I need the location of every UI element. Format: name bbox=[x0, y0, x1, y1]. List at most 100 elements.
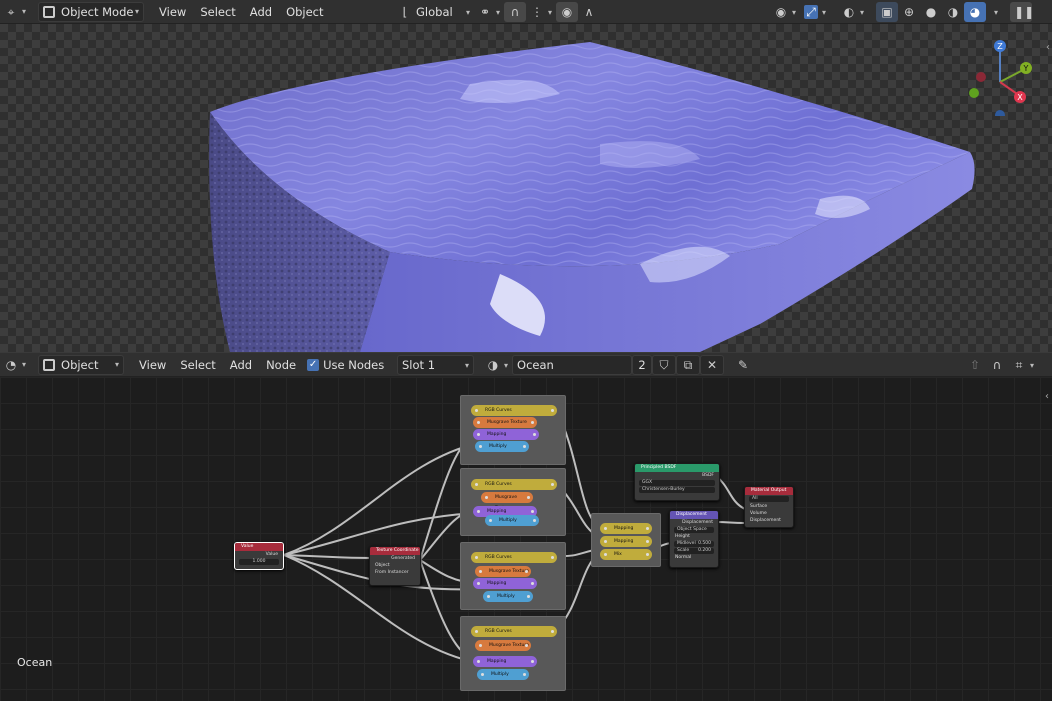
gizmo-neg-x-icon[interactable] bbox=[976, 72, 986, 82]
multiply-node[interactable]: Multiply bbox=[483, 591, 533, 602]
gizmo-neg-y-icon[interactable] bbox=[969, 88, 979, 98]
scale-field[interactable]: Scale 0.200 bbox=[674, 548, 714, 554]
proportional-edit-toggle[interactable]: ◉ bbox=[556, 2, 579, 22]
chevron-down-icon: ▾ bbox=[135, 7, 140, 16]
midlevel-field[interactable]: Midlevel 0.500 bbox=[674, 541, 714, 547]
gizmo-neg-z-icon[interactable] bbox=[995, 110, 1005, 116]
shading-rendered[interactable]: ◕ bbox=[964, 2, 987, 22]
mode-select[interactable]: Object Mode ▾ bbox=[38, 1, 145, 22]
unlink-material-button[interactable]: ✕ bbox=[700, 355, 725, 375]
volume-input-socket[interactable]: Volume bbox=[745, 510, 793, 517]
navigation-gizmo[interactable]: Z Y X bbox=[962, 36, 1038, 116]
gizmo-toggle[interactable]: ⤢ ▾ bbox=[800, 2, 830, 22]
value-node[interactable]: Value Value 1.000 bbox=[234, 542, 284, 570]
shader-node-editor[interactable]: RGB Curves Musgrave Texture Mapping Mult… bbox=[0, 377, 1052, 701]
node-title: Value bbox=[235, 543, 283, 551]
value-output-socket[interactable]: Value bbox=[235, 551, 283, 558]
overlays-toggle[interactable]: ◐ ▾ bbox=[838, 2, 868, 22]
mapping-node[interactable]: Mapping bbox=[473, 656, 537, 667]
xray-toggle[interactable]: ▣ bbox=[876, 2, 899, 22]
menu-select[interactable]: Select bbox=[193, 2, 242, 22]
rgb-curves-node[interactable]: RGB Curves bbox=[471, 552, 557, 563]
musgrave-texture-node[interactable]: Musgrave Texture bbox=[475, 640, 531, 651]
3d-viewport[interactable]: Z Y X ‹ bbox=[0, 24, 1052, 352]
node-frame[interactable]: RGB Curves Musgrave Texture Mapping Mult… bbox=[460, 395, 566, 465]
fake-user-button[interactable]: ⛉ bbox=[652, 355, 677, 375]
multiply-node[interactable]: Multiply bbox=[475, 441, 529, 452]
mapping-node[interactable]: Mapping bbox=[473, 578, 537, 589]
multiply-node[interactable]: Multiply bbox=[485, 515, 539, 526]
texture-coordinate-node[interactable]: Texture Coordinate Generated Object From… bbox=[369, 546, 421, 586]
menu-add[interactable]: Add bbox=[223, 355, 259, 375]
distribution-select[interactable]: GGX bbox=[639, 480, 715, 486]
falloff-button[interactable]: ∧ bbox=[578, 2, 600, 22]
musgrave-texture-node[interactable]: Musgrave Texture bbox=[473, 417, 537, 428]
menu-view[interactable]: View bbox=[152, 2, 193, 22]
mapping-mix-node[interactable]: Mapping bbox=[600, 536, 652, 547]
menu-view[interactable]: View bbox=[132, 355, 173, 375]
mix-frame[interactable]: Mapping Mapping Mix bbox=[591, 513, 661, 567]
browse-material-button[interactable]: ◑ ▾ bbox=[482, 355, 512, 375]
snap-element-button[interactable]: ⌗ ▾ bbox=[1008, 355, 1038, 375]
slot-label: Slot 1 bbox=[402, 358, 436, 372]
musgrave-texture-node[interactable]: Musgrave Texture bbox=[481, 492, 533, 511]
transform-orientation-select[interactable]: ⌊ Global ▾ bbox=[394, 2, 474, 22]
target-select[interactable]: All bbox=[749, 496, 789, 502]
musgrave-texture-node[interactable]: Musgrave Texture bbox=[475, 566, 531, 577]
material-name-overlay: Ocean bbox=[17, 656, 53, 669]
space-select[interactable]: Object Space bbox=[674, 527, 714, 533]
node-frame[interactable]: RGB Curves Musgrave Texture Mapping Mult… bbox=[460, 616, 566, 691]
subsurface-method-select[interactable]: Christensen-Burley bbox=[639, 487, 715, 493]
sidebar-toggle-icon[interactable]: ‹ bbox=[1045, 391, 1049, 402]
height-input-socket[interactable]: Height bbox=[670, 534, 718, 540]
pause-render-button[interactable]: ❚❚ bbox=[1010, 2, 1034, 22]
bsdf-output-socket[interactable]: BSDF bbox=[635, 472, 719, 479]
rgb-curves-node[interactable]: RGB Curves bbox=[471, 479, 557, 490]
shading-solid[interactable]: ● bbox=[920, 2, 942, 22]
use-nodes-checkbox[interactable]: ✓ Use Nodes bbox=[303, 355, 388, 375]
rgb-curves-node[interactable]: RGB Curves bbox=[471, 626, 557, 637]
material-slot-select[interactable]: Slot 1 ▾ bbox=[397, 355, 474, 375]
displacement-output-socket[interactable]: Displacement bbox=[670, 519, 718, 526]
rgb-curves-node[interactable]: RGB Curves bbox=[471, 405, 557, 416]
menu-node[interactable]: Node bbox=[259, 355, 303, 375]
parent-node-tree-button[interactable]: ⇧ bbox=[964, 355, 986, 375]
from-instancer-checkbox[interactable]: From Instancer bbox=[370, 569, 420, 576]
node-frame[interactable]: RGB Curves Musgrave Texture Mapping Mult… bbox=[460, 542, 566, 610]
snap-toggle[interactable]: ∩ bbox=[986, 355, 1008, 375]
editor-type-button[interactable]: ◔ ▾ bbox=[0, 355, 30, 375]
pin-button[interactable]: ✎ bbox=[732, 355, 754, 375]
multiply-node[interactable]: Multiply bbox=[477, 669, 529, 680]
duplicate-material-button[interactable]: ⧉ bbox=[676, 355, 701, 375]
user-count-badge[interactable]: 2 bbox=[632, 355, 653, 375]
menu-object[interactable]: Object bbox=[279, 2, 330, 22]
sidebar-toggle-icon[interactable]: ‹ bbox=[1046, 42, 1050, 53]
object-field[interactable]: Object bbox=[370, 562, 420, 569]
mapping-mix-node[interactable]: Mapping bbox=[600, 523, 652, 534]
shading-wireframe[interactable]: ⊕ bbox=[898, 2, 920, 22]
pivot-point-button[interactable]: ⚭ ▾ bbox=[474, 2, 504, 22]
mix-node[interactable]: Mix bbox=[600, 549, 652, 560]
principled-bsdf-node[interactable]: Principled BSDF BSDF GGX Christensen-Bur… bbox=[634, 463, 720, 501]
mapping-node[interactable]: Mapping bbox=[473, 429, 539, 440]
displacement-node[interactable]: Displacement Displacement Object Space H… bbox=[669, 510, 719, 568]
value-field[interactable]: 1.000 bbox=[239, 559, 279, 565]
shading-material[interactable]: ◑ bbox=[942, 2, 964, 22]
node-editor-header: ◔ ▾ Object ▾ View Select Add Node ✓ Use N… bbox=[0, 352, 1052, 377]
generated-output-socket[interactable]: Generated bbox=[370, 555, 420, 562]
normal-input-socket[interactable]: Normal bbox=[670, 555, 718, 561]
visibility-button[interactable]: ◉ ▾ bbox=[770, 2, 800, 22]
shader-type-select[interactable]: Object ▾ bbox=[38, 354, 125, 375]
material-output-node[interactable]: Material Output All Surface Volume Displ… bbox=[744, 486, 794, 528]
menu-select[interactable]: Select bbox=[173, 355, 222, 375]
node-frame[interactable]: RGB Curves Musgrave Texture Mapping Mult… bbox=[460, 468, 566, 536]
snap-target-button[interactable]: ⋮ ▾ bbox=[526, 2, 556, 22]
displacement-input-socket[interactable]: Displacement bbox=[745, 517, 793, 524]
chevron-down-icon: ▾ bbox=[22, 360, 27, 369]
snap-toggle[interactable]: ∩ bbox=[504, 2, 527, 22]
surface-input-socket[interactable]: Surface bbox=[745, 503, 793, 510]
editor-type-button[interactable]: ⌖ ▾ bbox=[0, 2, 30, 22]
menu-add[interactable]: Add bbox=[243, 2, 279, 22]
shading-options[interactable]: ▾ bbox=[986, 2, 1002, 22]
material-name-field[interactable]: Ocean bbox=[512, 355, 633, 375]
